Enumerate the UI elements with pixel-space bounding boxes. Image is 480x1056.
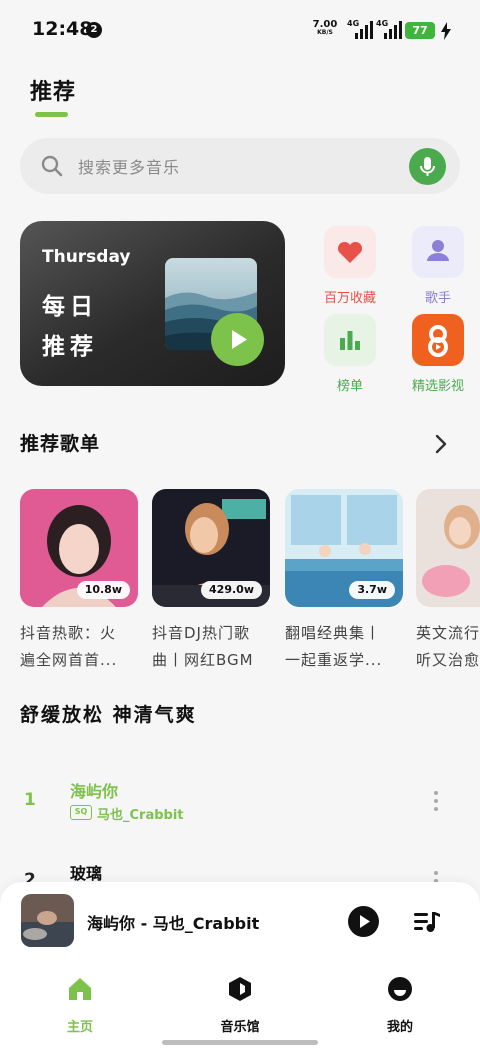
daily-weekday: Thursday bbox=[42, 247, 131, 267]
daily-play-button[interactable] bbox=[211, 313, 264, 366]
more-options-icon[interactable] bbox=[432, 790, 440, 812]
battery-level: 77 bbox=[405, 22, 435, 39]
sim1-network-label: 4G bbox=[347, 19, 360, 28]
playlist-title[interactable]: 抖音热歌：火 遍全网首首... bbox=[20, 620, 140, 674]
network-speed: 7.00 KB/S bbox=[312, 20, 338, 37]
now-playing-title: 海屿你 - 马也_Crabbit bbox=[87, 914, 260, 933]
mood-section-title: 舒缓放松 神清气爽 bbox=[20, 704, 197, 726]
daily-title-line1: 每日 bbox=[42, 294, 98, 320]
song-name: 玻璃 bbox=[70, 864, 103, 883]
quick-link-singers[interactable]: 歌手 bbox=[398, 226, 478, 306]
chart-bars-icon bbox=[324, 314, 376, 366]
signal-sim1-icon: 4G bbox=[347, 19, 373, 39]
song-name: 海屿你 bbox=[70, 782, 119, 801]
song-artist: 马也_Crabbit bbox=[97, 808, 184, 823]
nav-music-hall-label: 音乐馆 bbox=[220, 1020, 260, 1035]
video-app-icon bbox=[412, 314, 464, 366]
playlist-card[interactable]: 429.0w bbox=[152, 489, 270, 607]
playlist-play-count: 10.8w bbox=[76, 581, 130, 599]
playlist-title-line2: 遍全网首首... bbox=[20, 651, 118, 669]
status-bar: 12:48 2 7.00 KB/S 4G 4G 77 bbox=[0, 0, 480, 60]
play-icon bbox=[360, 915, 370, 928]
chevron-right-icon[interactable] bbox=[430, 432, 452, 456]
playlist-title-line2: 听又治愈 bbox=[416, 651, 480, 669]
notification-count-badge: 2 bbox=[86, 22, 102, 38]
nav-home-label: 主页 bbox=[66, 1020, 93, 1035]
playlist-title[interactable]: 抖音DJ热门歌 曲丨网红BGM bbox=[152, 620, 272, 674]
now-playing-artwork bbox=[21, 894, 74, 947]
song-row[interactable]: 1 海屿你 SQ 马也_Crabbit bbox=[0, 770, 480, 830]
status-time: 12:48 bbox=[32, 18, 93, 40]
charging-bolt-icon bbox=[441, 22, 451, 40]
playlist-card[interactable] bbox=[416, 489, 480, 607]
daily-recommend-card[interactable]: Thursday 每日 推荐 bbox=[20, 221, 285, 386]
nav-mine[interactable]: 我的 bbox=[350, 972, 450, 1035]
playlist-title[interactable]: 翻唱经典集丨 一起重返学... bbox=[285, 620, 405, 674]
quick-link-label: 精选影视 bbox=[411, 379, 464, 394]
playlist-play-count: 429.0w bbox=[201, 581, 262, 599]
quick-link-label: 歌手 bbox=[424, 291, 451, 306]
playlist-title-line1: 英文流行 bbox=[416, 624, 480, 642]
playlist-title-line1: 抖音DJ热门歌 bbox=[152, 624, 250, 642]
quick-link-charts[interactable]: 榜单 bbox=[310, 314, 390, 394]
quick-link-favorites[interactable]: 百万收藏 bbox=[310, 226, 390, 306]
profile-icon bbox=[388, 977, 412, 1001]
nav-music-hall[interactable]: 音乐馆 bbox=[190, 972, 290, 1035]
song-number: 1 bbox=[24, 790, 36, 810]
playlist-title-line2: 曲丨网红BGM bbox=[152, 651, 254, 669]
nav-home[interactable]: 主页 bbox=[30, 972, 130, 1035]
quality-badge: SQ bbox=[70, 805, 92, 820]
quick-link-label: 榜单 bbox=[336, 379, 363, 394]
microphone-icon bbox=[420, 157, 435, 176]
search-placeholder: 搜索更多音乐 bbox=[78, 158, 181, 177]
playlist-title-line1: 翻唱经典集丨 bbox=[285, 624, 382, 642]
playlist-queue-icon[interactable] bbox=[413, 910, 441, 934]
voice-search-button[interactable] bbox=[409, 148, 446, 185]
playlist-cover-image bbox=[416, 489, 480, 607]
nav-mine-label: 我的 bbox=[386, 1020, 413, 1035]
playlist-card[interactable]: 10.8w bbox=[20, 489, 138, 607]
play-pause-button[interactable] bbox=[348, 906, 379, 937]
home-icon bbox=[69, 978, 91, 1000]
playlist-title-line2: 一起重返学... bbox=[285, 651, 383, 669]
playlist-title[interactable]: 英文流行 听又治愈 bbox=[416, 620, 480, 674]
search-icon bbox=[41, 155, 63, 177]
sim2-network-label: 4G bbox=[376, 19, 389, 28]
singer-icon bbox=[412, 226, 464, 278]
heart-icon bbox=[324, 226, 376, 278]
playlist-title-line1: 抖音热歌：火 bbox=[20, 624, 117, 642]
play-icon bbox=[232, 330, 247, 349]
music-hall-icon bbox=[229, 977, 251, 1001]
playlist-card[interactable]: 3.7w bbox=[285, 489, 403, 607]
mini-player[interactable]: 海屿你 - 马也_Crabbit bbox=[0, 882, 480, 962]
quick-link-label: 百万收藏 bbox=[323, 291, 376, 306]
playlist-play-count: 3.7w bbox=[349, 581, 395, 599]
network-speed-unit: KB/S bbox=[317, 29, 333, 36]
daily-title-line2: 推荐 bbox=[42, 334, 98, 360]
home-indicator[interactable] bbox=[162, 1040, 318, 1045]
signal-sim2-icon: 4G bbox=[376, 19, 402, 39]
recommended-section-title: 推荐歌单 bbox=[20, 433, 101, 455]
tab-recommend[interactable]: 推荐 bbox=[30, 74, 76, 106]
search-bar[interactable]: 搜索更多音乐 bbox=[20, 138, 460, 194]
quick-link-videos[interactable]: 精选影视 bbox=[398, 314, 478, 394]
tab-active-indicator bbox=[35, 112, 68, 117]
